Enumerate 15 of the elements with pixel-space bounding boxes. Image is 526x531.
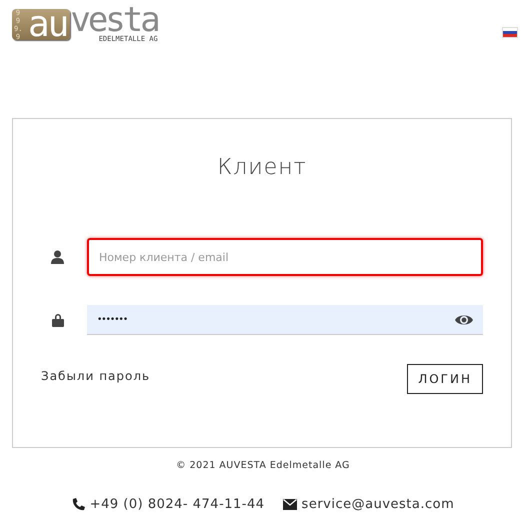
eye-icon[interactable]: [455, 314, 473, 326]
phone-icon: [72, 498, 85, 511]
lock-icon: [52, 313, 64, 327]
envelope-icon: [282, 499, 297, 510]
password-field[interactable]: •••••••: [87, 305, 483, 335]
logo-text: vesta: [70, 8, 158, 33]
email-link[interactable]: service@auvesta.com: [302, 497, 454, 512]
logo-text: au: [28, 10, 68, 40]
login-button[interactable]: ЛОГИН: [407, 364, 483, 394]
form-title: Клиент: [216, 155, 308, 180]
forgot-password-link[interactable]: Забыли пароль: [41, 369, 150, 383]
phone-number: +49 (0) 8024- 474-11-44: [90, 497, 265, 512]
russia-flag-icon[interactable]: [502, 27, 518, 38]
user-icon: [51, 250, 64, 264]
copyright-text: © 2021 AUVESTA Edelmetalle AG: [176, 460, 350, 471]
